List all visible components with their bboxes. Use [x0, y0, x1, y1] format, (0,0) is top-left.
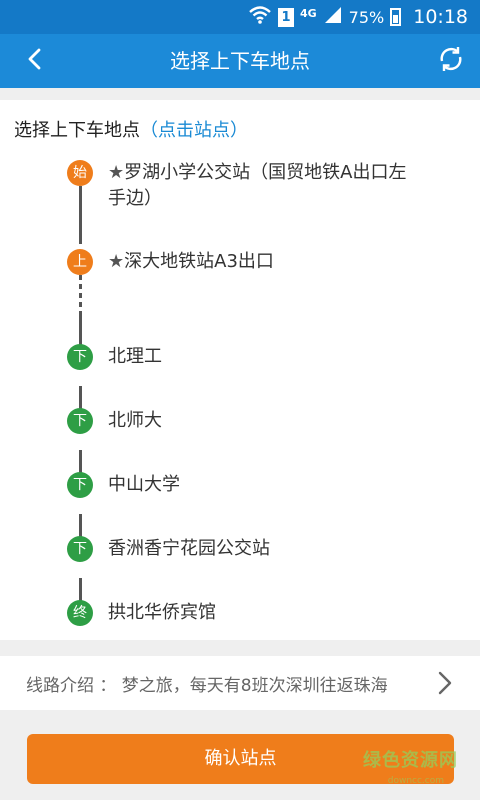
- route-intro-row[interactable]: 线路介绍 ： 梦之旅，每天有8班次深圳往返珠海: [0, 656, 480, 710]
- refresh-button[interactable]: [434, 44, 468, 78]
- status-bar: 1 4G 75% 10:18: [0, 0, 480, 34]
- stop-badge: 下: [67, 408, 93, 434]
- stop-badge: 始: [67, 160, 93, 186]
- stop-badge: 下: [67, 472, 93, 498]
- status-icons: 1 4G 75% 10:18: [248, 4, 468, 30]
- stop-name: 深大地铁站A3出口: [124, 251, 274, 272]
- section-title: 选择上下车地点（点击站点）: [14, 116, 248, 142]
- stop-badge: 终: [67, 600, 93, 626]
- stop-item[interactable]: 下 香洲香宁花园公交站: [0, 536, 480, 566]
- stop-item-origin[interactable]: 始 ★罗湖小学公交站（国贸地铁A出口左 手边）: [0, 160, 480, 220]
- star-icon: ★: [108, 162, 125, 183]
- watermark-url: downcc.com: [387, 776, 444, 786]
- stop-badge: 下: [67, 344, 93, 370]
- stop-name: 北师大: [108, 410, 162, 431]
- watermark-logo: 绿色资源网: [363, 750, 458, 771]
- stop-item[interactable]: 下 北理工: [0, 344, 480, 374]
- route-intro-text: 线路介绍 ： 梦之旅，每天有8班次深圳往返珠海: [26, 675, 388, 696]
- sim-slot-indicator: 1: [277, 7, 294, 27]
- page-title: 选择上下车地点: [170, 49, 310, 73]
- stop-badge: 上: [67, 249, 93, 275]
- stop-list-card: 选择上下车地点（点击站点） 始 ★罗湖小学公交站（国贸地铁A出口左 手边） 上 …: [0, 100, 480, 640]
- app-bar: 选择上下车地点: [0, 34, 480, 88]
- star-icon: ★: [108, 251, 125, 272]
- section-title-text: 选择上下车地点: [14, 120, 140, 141]
- battery-icon: [390, 8, 402, 26]
- stop-item-terminal[interactable]: 终 拱北华侨宾馆: [0, 600, 480, 630]
- refresh-icon: [437, 45, 465, 77]
- stop-badge: 下: [67, 536, 93, 562]
- battery-percent: 75%: [348, 7, 385, 27]
- stop-name: 拱北华侨宾馆: [108, 602, 216, 623]
- stop-name: 中山大学: [108, 474, 180, 495]
- stop-item[interactable]: 下 北师大: [0, 408, 480, 438]
- stop-name: 罗湖小学公交站（国贸地铁A出口左: [124, 162, 407, 183]
- route-line-dashed: [79, 275, 82, 315]
- wifi-icon: [248, 5, 272, 29]
- click-stop-hint: （点击站点）: [140, 120, 248, 141]
- network-type: 4G: [299, 6, 317, 20]
- stop-name: 北理工: [108, 346, 162, 367]
- stop-item-boarding[interactable]: 上 ★深大地铁站A3出口: [0, 249, 480, 279]
- clock: 10:18: [413, 6, 468, 28]
- stop-name: 香洲香宁花园公交站: [108, 538, 270, 559]
- signal-icon: [323, 6, 343, 28]
- stop-name-line2: 手边）: [108, 188, 162, 209]
- stop-item[interactable]: 下 中山大学: [0, 472, 480, 502]
- chevron-right-icon: [438, 671, 452, 699]
